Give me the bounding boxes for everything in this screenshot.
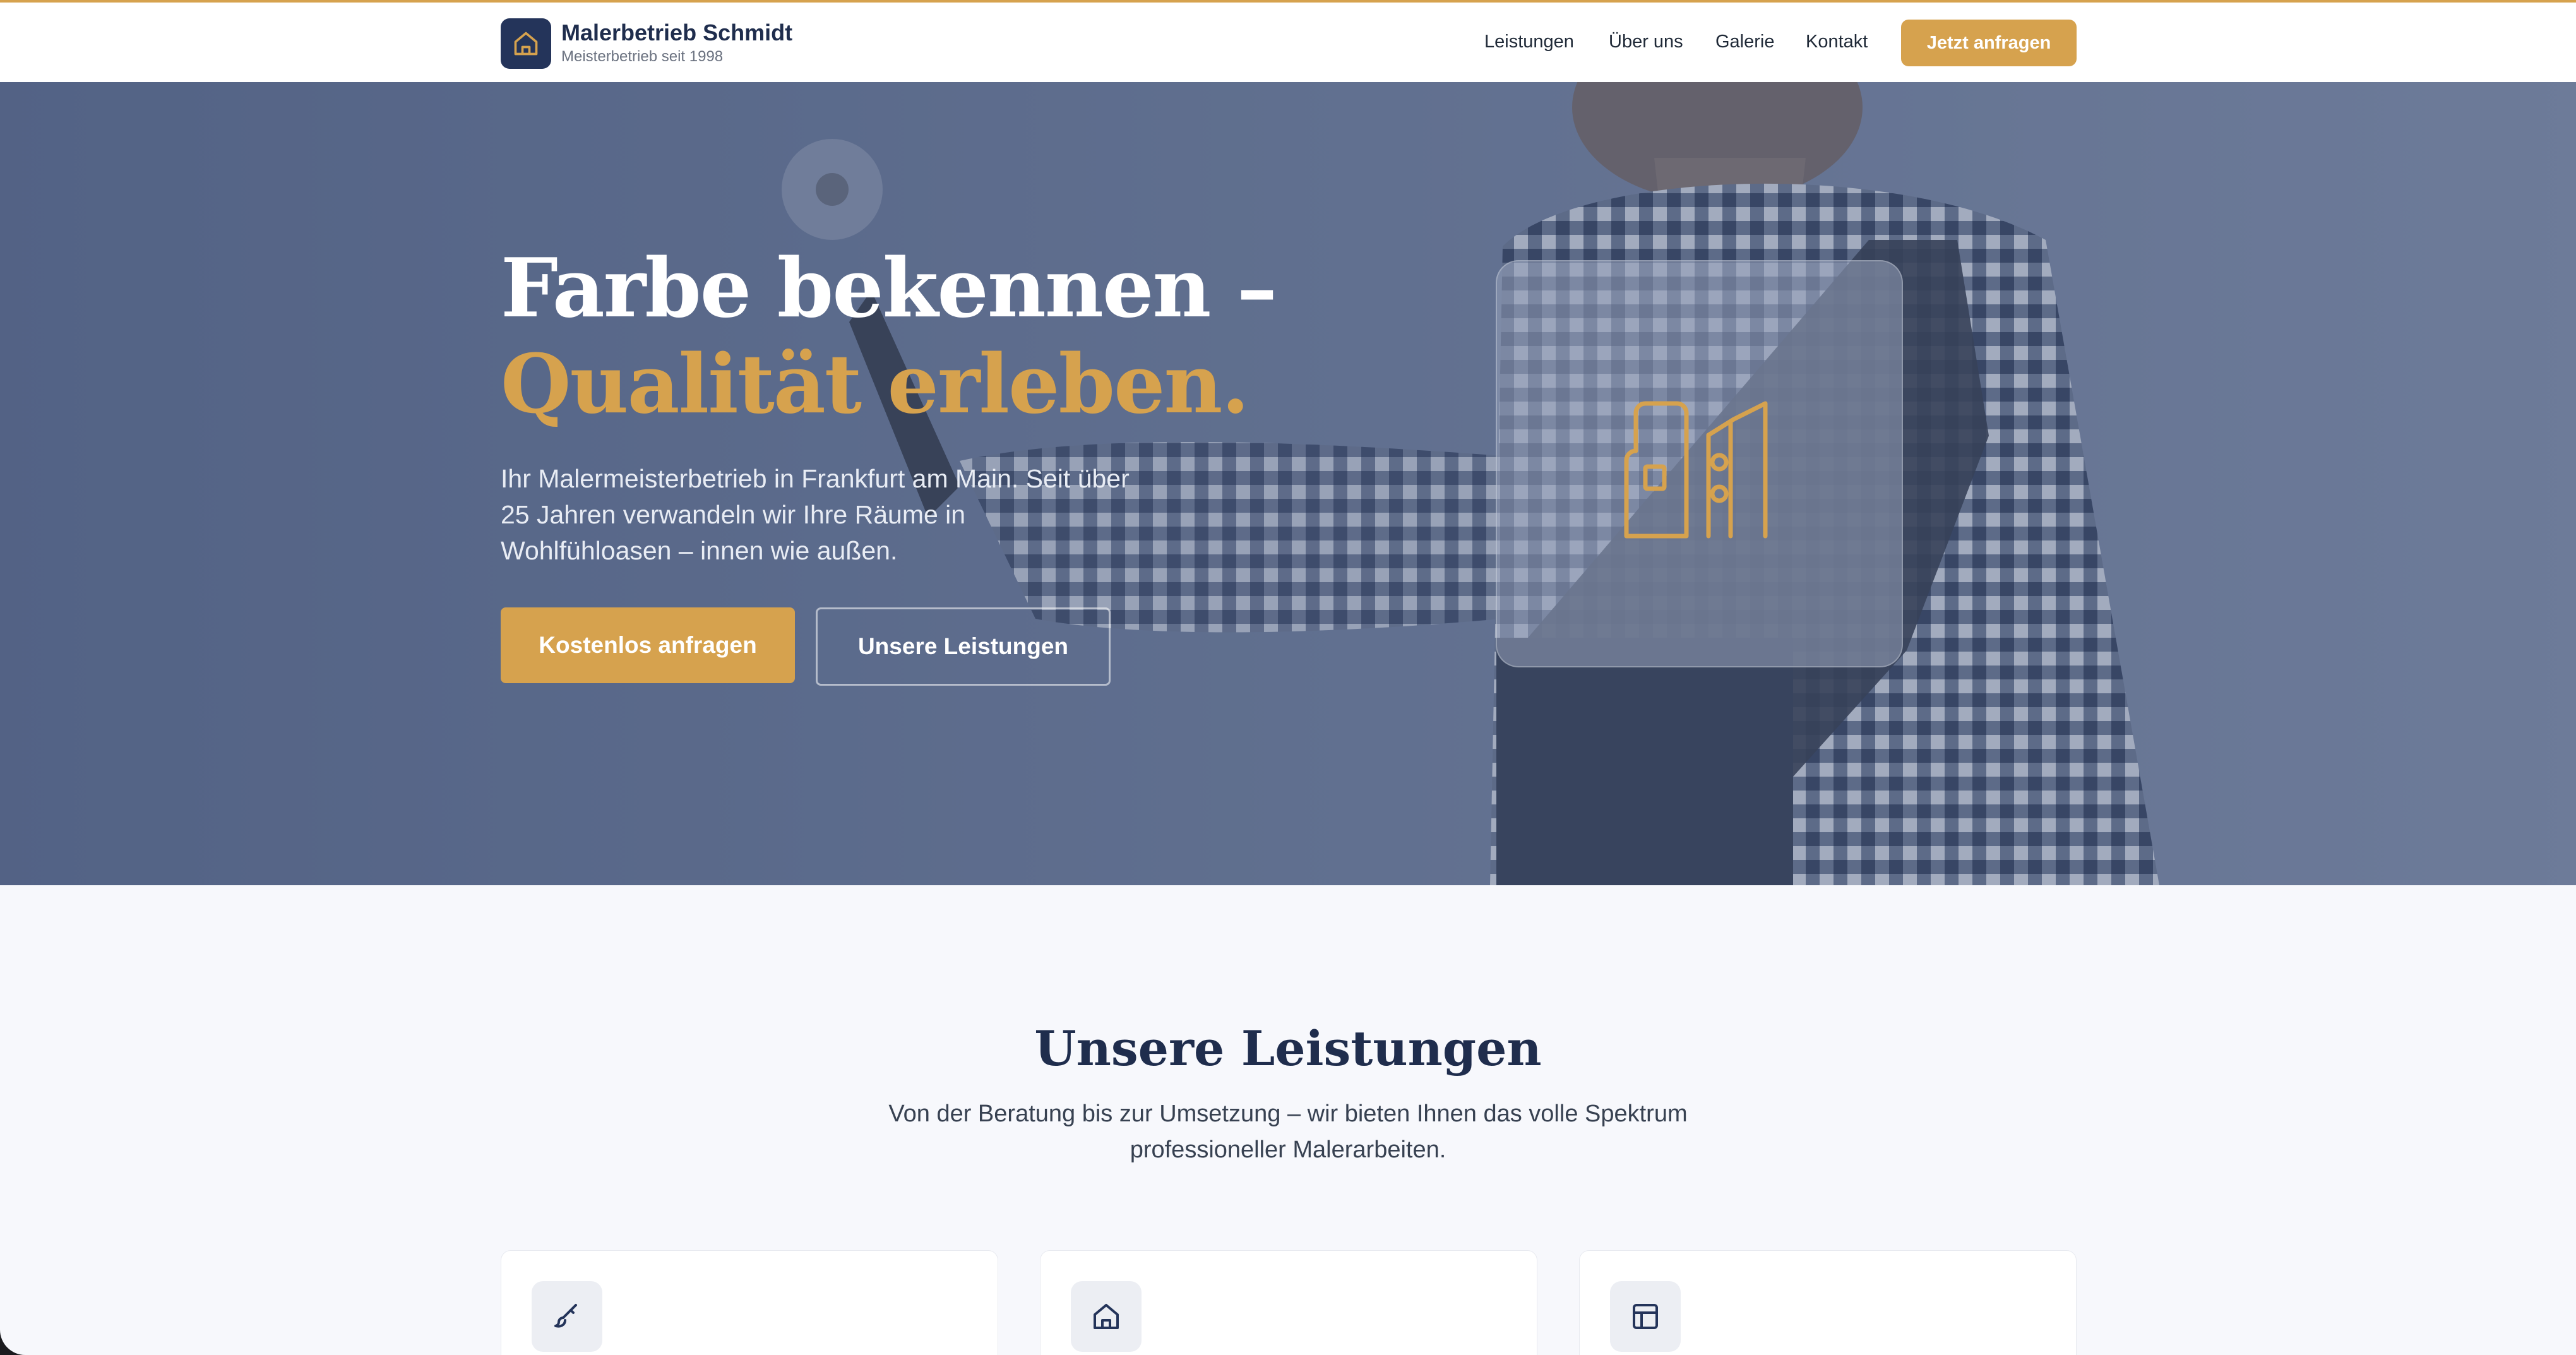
page: Malerbetrieb Schmidt Meisterbetrieb seit… [0, 0, 2576, 1355]
nav-link-leistungen[interactable]: Leistungen [1484, 32, 1574, 52]
hero-section: Farbe bekennen – Qualität erleben. Ihr M… [0, 82, 2576, 885]
nav-link-galerie[interactable]: Galerie [1715, 32, 1775, 52]
brush-icon [554, 1304, 577, 1328]
our-services-button[interactable]: Unsere Leistungen [816, 607, 1111, 686]
hero-description: Ihr Malermeisterbetrieb in Frankfurt am … [501, 464, 1130, 565]
hero-overlay [0, 82, 2576, 885]
service-card-facade[interactable] [1040, 1250, 1537, 1355]
service-card-interior[interactable] [1579, 1250, 2077, 1355]
request-quote-button[interactable]: Jetzt anfragen [1901, 20, 2077, 66]
hero-feature-card [1496, 260, 1903, 667]
service-card-painting[interactable] [501, 1250, 998, 1355]
service-icon-wrapper [532, 1281, 602, 1352]
brand-logo[interactable] [501, 18, 551, 69]
services-heading: Unsere Leistungen [1034, 1020, 1542, 1077]
nav-link-ueber-uns[interactable]: Über uns [1609, 32, 1683, 52]
service-icon-wrapper [1071, 1281, 1142, 1352]
hero-title-line-2: Qualität erleben. [501, 337, 1249, 432]
services-subtitle: Von der Beratung bis zur Umsetzung – wir… [888, 1101, 1688, 1163]
nav-link-kontakt[interactable]: Kontakt [1806, 32, 1868, 52]
building-doors-icon [1624, 401, 1768, 539]
free-request-button[interactable]: Kostenlos anfragen [501, 607, 795, 683]
layout-icon [1633, 1304, 1658, 1329]
service-icon-wrapper [1610, 1281, 1681, 1352]
hero-title-line-1: Farbe bekennen – [501, 241, 1277, 336]
home-icon [1094, 1304, 1119, 1329]
site-header: Malerbetrieb Schmidt Meisterbetrieb seit… [0, 3, 2576, 83]
house-icon [514, 32, 538, 56]
brand-tagline: Meisterbetrieb seit 1998 [561, 48, 724, 65]
brand-name[interactable]: Malerbetrieb Schmidt [561, 20, 792, 46]
